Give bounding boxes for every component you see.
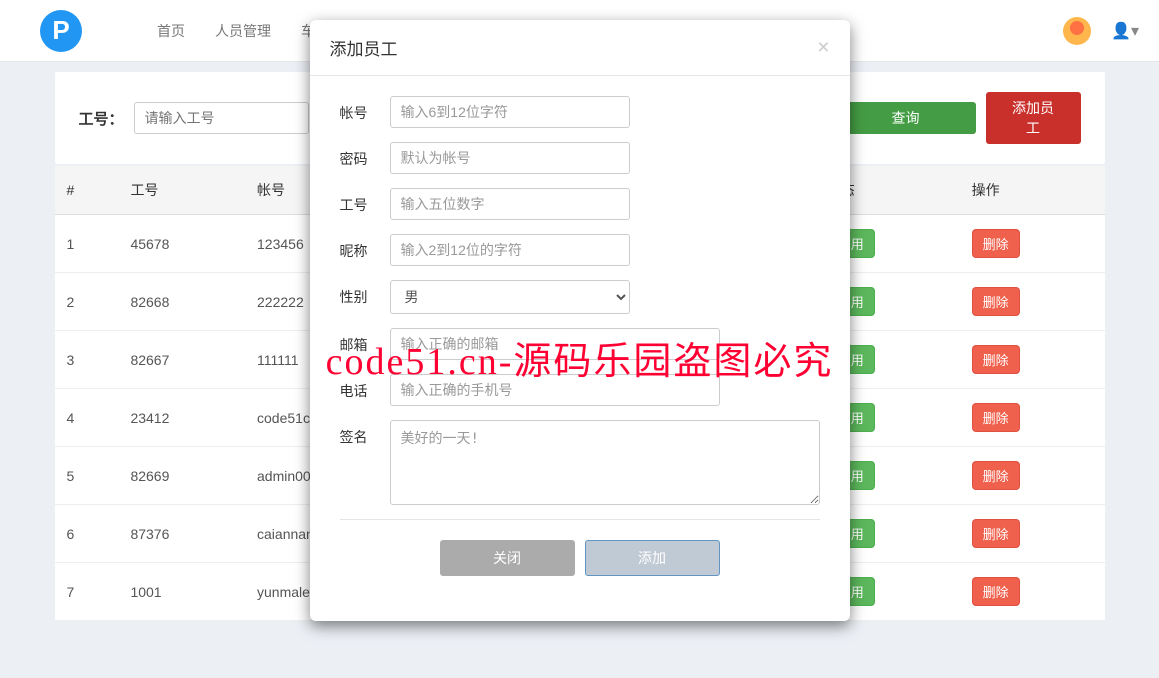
sign-label: 签名 (340, 420, 390, 447)
delete-button[interactable]: 删除 (972, 519, 1020, 548)
close-icon[interactable]: × (817, 36, 829, 60)
jobno-field-label: 工号 (340, 188, 390, 215)
table-header: 工号 (118, 166, 245, 215)
jobno-input[interactable] (134, 102, 309, 134)
password-input[interactable] (390, 142, 630, 174)
search-button[interactable]: 查询 (836, 102, 976, 134)
nav-home[interactable]: 首页 (142, 21, 200, 41)
nickname-input[interactable] (390, 234, 630, 266)
phone-input[interactable] (390, 374, 720, 406)
modal-add-button[interactable]: 添加 (585, 540, 720, 576)
delete-button[interactable]: 删除 (972, 287, 1020, 316)
delete-button[interactable]: 删除 (972, 345, 1020, 374)
sign-textarea[interactable] (390, 420, 820, 505)
table-header: 操作 (960, 166, 1105, 215)
table-header: # (55, 166, 119, 215)
logo[interactable]: P (40, 10, 82, 52)
delete-button[interactable]: 删除 (972, 229, 1020, 258)
nav-people[interactable]: 人员管理 (200, 21, 286, 41)
email-input[interactable] (390, 328, 720, 360)
add-employee-button[interactable]: 添加员工 (986, 92, 1081, 144)
jobno-field-input[interactable] (390, 188, 630, 220)
add-employee-modal: 添加员工 × 帐号 密码 工号 昵称 性别 男 邮箱 (310, 20, 850, 621)
account-input[interactable] (390, 96, 630, 128)
gender-label: 性别 (340, 280, 390, 307)
delete-button[interactable]: 删除 (972, 403, 1020, 432)
gender-select[interactable]: 男 (390, 280, 630, 314)
delete-button[interactable]: 删除 (972, 461, 1020, 490)
jobno-label: 工号： (79, 108, 124, 129)
password-label: 密码 (340, 142, 390, 169)
delete-button[interactable]: 删除 (972, 577, 1020, 606)
phone-label: 电话 (340, 374, 390, 401)
nickname-label: 昵称 (340, 234, 390, 261)
modal-close-button[interactable]: 关闭 (440, 540, 575, 576)
modal-title: 添加员工 (330, 35, 398, 60)
email-label: 邮箱 (340, 328, 390, 355)
user-dropdown-icon[interactable]: 👤▾ (1111, 21, 1139, 41)
avatar[interactable] (1063, 17, 1091, 45)
account-label: 帐号 (340, 96, 390, 123)
